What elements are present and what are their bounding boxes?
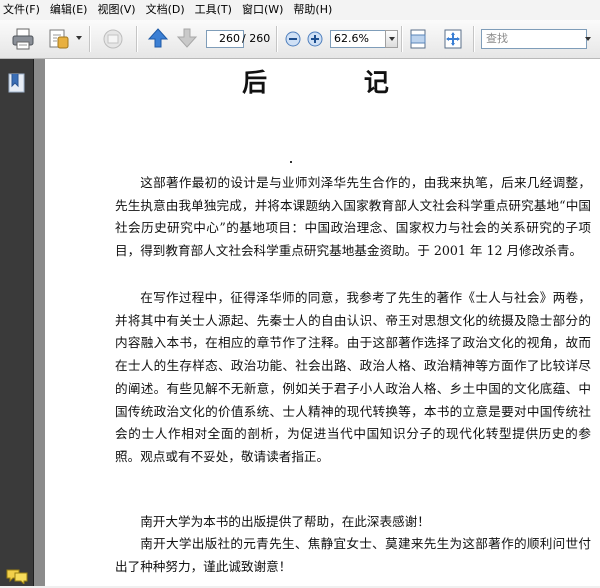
menu-help[interactable]: 帮助(H)	[288, 0, 337, 20]
attach-icon	[49, 29, 69, 49]
attach-button[interactable]	[47, 27, 71, 55]
menu-view[interactable]: 视图(V)	[92, 0, 140, 20]
bookmarks-panel-button[interactable]	[8, 73, 25, 97]
fit-page-button[interactable]	[443, 28, 463, 54]
zoom-in-icon	[307, 31, 323, 47]
toolbar-separator	[473, 26, 475, 52]
print-button[interactable]	[11, 27, 35, 55]
chevron-down-icon[interactable]	[76, 36, 82, 40]
stray-mark	[290, 161, 292, 163]
review-button[interactable]	[101, 27, 125, 55]
toolbar-separator	[136, 26, 138, 52]
document-page: 后 记 这部著作最初的设计是与业师刘泽华先生合作的，由我来执笔，后来几经调整，先…	[45, 59, 600, 586]
menu-document[interactable]: 文档(D)	[141, 0, 190, 20]
comment-icon	[6, 569, 28, 586]
toolbar-separator	[276, 26, 278, 52]
paragraph: 南开大学为本书的出版提供了帮助，在此深表感谢！	[140, 514, 430, 529]
menu-tools[interactable]: 工具(T)	[190, 0, 237, 20]
menu-file[interactable]: 文件(F)	[0, 0, 45, 20]
fit-page-icon	[444, 29, 462, 49]
zoom-out-icon	[285, 31, 301, 47]
next-page-button[interactable]	[176, 27, 198, 53]
zoom-out-button[interactable]	[285, 31, 301, 51]
review-icon	[103, 29, 123, 49]
search-input[interactable]: 查找	[481, 29, 587, 49]
down-arrow-icon	[176, 28, 198, 48]
up-arrow-icon	[147, 28, 169, 48]
paragraph: 南开大学出版社的元青先生、焦静宜女士、莫建来先生为这部著作的顺利问世付出了种种努…	[115, 536, 591, 574]
chevron-down-icon[interactable]	[585, 37, 591, 41]
paragraph: 在写作过程中，征得泽华师的同意，我参考了先生的著作《士人与社会》两卷，并将其中有…	[115, 290, 591, 464]
previous-page-button[interactable]	[147, 27, 169, 53]
navigation-sidebar	[0, 59, 34, 586]
page-title: 后 记	[242, 68, 433, 97]
menu-bar: 文件(F) 编辑(E) 视图(V) 文档(D) 工具(T) 窗口(W) 帮助(H…	[0, 0, 600, 21]
printer-icon	[12, 28, 34, 50]
paragraph: 这部著作最初的设计是与业师刘泽华先生合作的，由我来执笔，后来几经调整，先生执意由…	[115, 175, 591, 259]
zoom-level-field[interactable]: 62.6%	[330, 30, 389, 48]
comments-panel-button[interactable]	[6, 568, 28, 588]
menu-edit[interactable]: 编辑(E)	[45, 0, 93, 20]
toolbar-separator	[89, 26, 91, 52]
fit-width-button[interactable]	[408, 28, 428, 54]
page-total: / 260	[242, 32, 271, 45]
toolbar: 260 / 260 62.6% 查找	[0, 20, 600, 59]
menu-window[interactable]: 窗口(W)	[237, 0, 288, 20]
page-number-input[interactable]: 260	[206, 30, 244, 48]
toolbar-separator	[401, 26, 403, 52]
bookmark-icon	[8, 73, 25, 93]
zoom-in-button[interactable]	[307, 31, 323, 51]
zoom-dropdown-button[interactable]	[385, 30, 398, 48]
fit-width-icon	[410, 29, 426, 49]
